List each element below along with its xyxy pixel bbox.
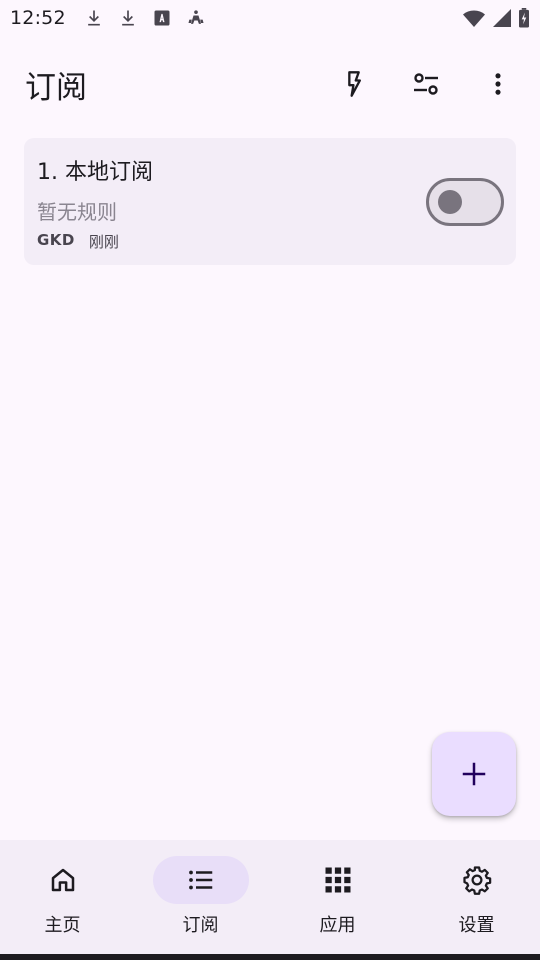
status-notification-icons [84, 8, 206, 28]
gear-icon [462, 866, 491, 895]
nav-indicator [429, 856, 525, 904]
bottom-navigation: 主页 订阅 应用 设置 [0, 840, 540, 954]
add-subscription-button[interactable] [432, 732, 516, 816]
plus-icon [462, 762, 486, 786]
nav-label: 应用 [319, 915, 356, 936]
subscription-title: 1. 本地订阅 [37, 160, 153, 185]
grid-apps-icon [325, 867, 350, 893]
subscription-meta: GKD 刚刚 [37, 231, 119, 252]
subscription-author: GKD [37, 231, 75, 249]
system-gesture-bar [0, 954, 540, 960]
cellular-signal-icon [493, 9, 511, 27]
nav-indicator-active [152, 856, 249, 904]
top-app-bar: 订阅 [0, 56, 540, 112]
page-title: 订阅 [25, 69, 87, 106]
nav-label: 设置 [458, 915, 495, 936]
nav-item-apps[interactable]: 应用 [270, 840, 405, 954]
status-time: 12:52 [10, 7, 66, 29]
subscription-card[interactable]: 1. 本地订阅 暂无规则 GKD 刚刚 [24, 138, 516, 265]
subscription-rules-summary: 暂无规则 [37, 200, 117, 224]
filter-settings-button[interactable] [390, 56, 462, 112]
status-bar: 12:52 [0, 0, 540, 36]
wifi-icon [463, 10, 485, 27]
nav-label: 主页 [44, 915, 81, 936]
status-system-icons [462, 8, 530, 28]
download-icon [121, 10, 134, 26]
nav-indicator [290, 856, 386, 904]
home-icon [51, 868, 74, 892]
nav-item-settings[interactable]: 设置 [409, 840, 540, 954]
toggle-knob [438, 190, 462, 214]
nav-indicator [15, 856, 111, 904]
list-icon [188, 870, 212, 890]
download-icon [87, 10, 100, 26]
flash-icon [348, 71, 361, 97]
battery-charging-icon [519, 8, 529, 28]
drone-icon [188, 10, 204, 24]
more-vert-icon [495, 73, 501, 95]
subscription-enable-toggle[interactable] [426, 178, 504, 226]
subscription-updated: 刚刚 [88, 233, 119, 251]
nav-item-subscriptions[interactable]: 订阅 [133, 840, 268, 954]
nav-item-home[interactable]: 主页 [0, 840, 130, 954]
nav-label: 订阅 [182, 915, 219, 936]
filter-settings-icon [414, 73, 438, 95]
subscriptions-screen: 12:52 订阅 1. 本地订阅 暂无规则 GKD 刚刚 主页 订阅 应用 设置 [0, 0, 540, 960]
font-a-icon [154, 10, 170, 26]
flash-button[interactable] [318, 56, 390, 112]
more-options-button[interactable] [462, 56, 534, 112]
